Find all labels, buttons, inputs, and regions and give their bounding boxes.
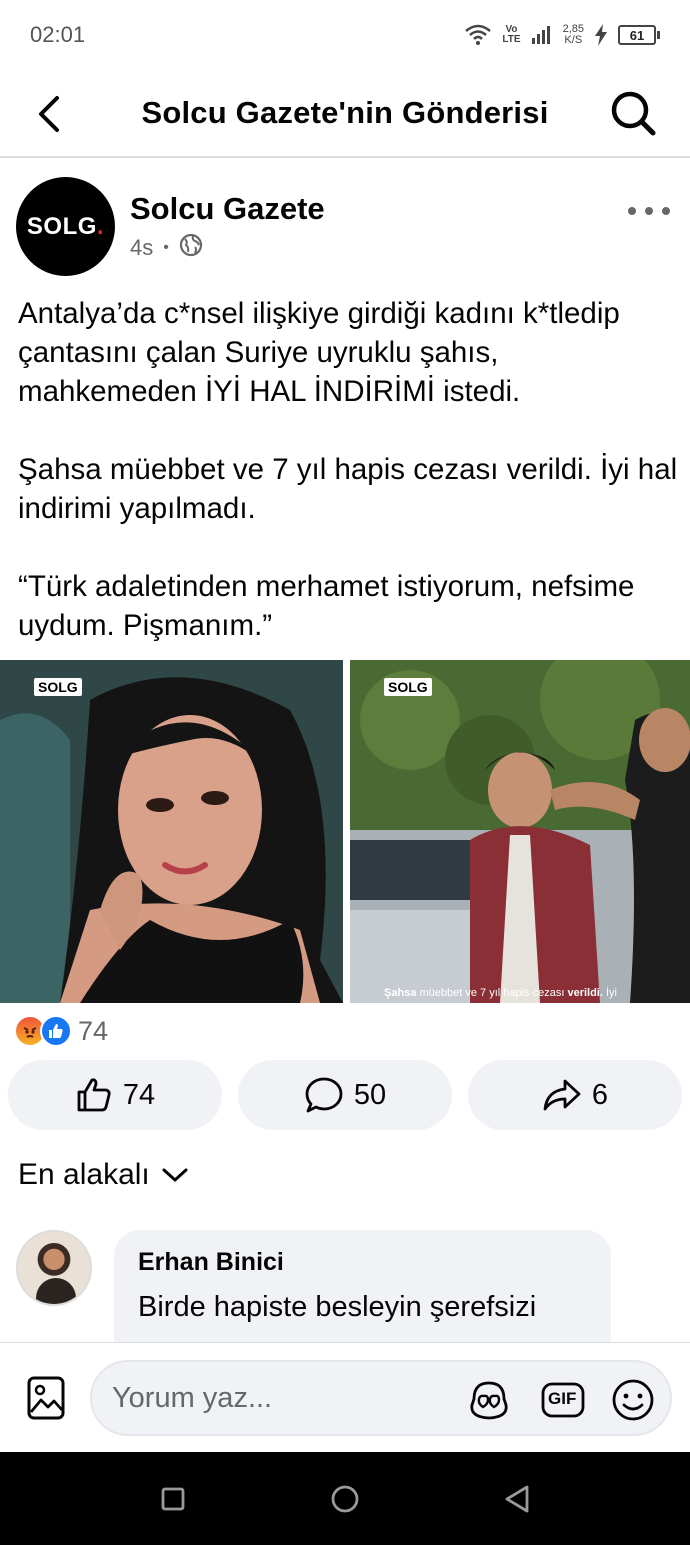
gif-button[interactable]: GIF	[540, 1377, 586, 1423]
chevron-down-icon	[162, 1168, 188, 1182]
volte-bottom: LTE	[502, 34, 521, 45]
comment-item: Erhan Binici Birde hapiste besleyin şere…	[0, 1230, 690, 1342]
battery-icon: 61	[618, 25, 660, 45]
more-dot-icon	[662, 207, 670, 215]
share-arrow-icon	[543, 1079, 581, 1111]
post-time[interactable]: 4s	[130, 235, 153, 261]
page-title: Solcu Gazete'nin Gönderisi	[141, 95, 549, 130]
post-paragraph: “Türk adaletinden merhamet istiyorum, ne…	[18, 570, 635, 642]
caption-text: müebbet ve 7 yıl hapis cezası	[416, 987, 568, 999]
caption-text: İyi	[602, 987, 617, 999]
gif-label: GIF	[548, 1389, 577, 1408]
home-circle-icon	[331, 1485, 359, 1513]
recents-icon	[161, 1487, 185, 1511]
share-count: 6	[591, 1078, 609, 1111]
woman-photo-illustration	[0, 660, 343, 1003]
share-button[interactable]: 6	[468, 1060, 682, 1130]
network-speed: 2,85 K/S	[563, 24, 584, 46]
system-navigation-bar	[0, 1452, 690, 1545]
image-watermark: SOLG	[384, 678, 432, 696]
photo-icon	[27, 1376, 65, 1420]
comment-bubble-icon	[305, 1077, 343, 1113]
image-watermark: SOLG	[34, 678, 82, 696]
status-time: 02:01	[30, 22, 86, 47]
more-dot-icon	[628, 207, 636, 215]
search-icon	[611, 91, 656, 136]
more-options-button[interactable]	[628, 201, 670, 221]
comment-placeholder: Yorum yaz...	[112, 1382, 273, 1414]
home-button[interactable]	[330, 1484, 360, 1514]
meta-separator: •	[163, 239, 169, 256]
comment-input[interactable]: Yorum yaz... GIF	[90, 1360, 672, 1436]
image-caption: Şahsa müebbet ve 7 yıl hapis cezası veri…	[384, 987, 617, 999]
like-reaction-icon	[40, 1015, 72, 1047]
recents-button[interactable]	[158, 1484, 188, 1514]
page-avatar[interactable]: SOLG.	[16, 177, 115, 276]
back-button[interactable]	[26, 92, 70, 136]
signal-icon	[531, 25, 553, 45]
caption-bold: verildi.	[567, 987, 603, 999]
post-image-arrest[interactable]: SOLG Şahsa müebbet ve 7 yıl hapis cezası…	[350, 660, 690, 1003]
post-paragraph: Şahsa müebbet ve 7 yıl hapis cezası veri…	[18, 453, 678, 525]
avatar-logo-text: SOLG	[26, 212, 97, 240]
battery-level: 61	[618, 25, 656, 45]
avatar-logo-dot: .	[96, 212, 105, 240]
globe-icon	[179, 233, 203, 263]
reaction-count: 74	[78, 1015, 109, 1046]
post-header: SOLG. Solcu Gazete 4s •	[0, 175, 690, 280]
more-dot-icon	[645, 207, 653, 215]
emoji-button[interactable]	[610, 1377, 656, 1423]
arrest-photo-illustration	[350, 660, 690, 1003]
emoji-icon	[612, 1379, 654, 1421]
comment-author[interactable]: Erhan Binici	[138, 1248, 587, 1277]
comment-text: Birde hapiste besleyin şerefsizi	[138, 1291, 537, 1323]
avatar-sticker-button[interactable]	[466, 1377, 512, 1423]
thumbs-up-icon	[77, 1078, 111, 1112]
comment-sort-dropdown[interactable]: En alakalı	[18, 1158, 188, 1192]
back-triangle-icon	[505, 1485, 529, 1513]
reaction-summary[interactable]: 74	[14, 1012, 108, 1050]
wifi-icon	[464, 24, 492, 46]
volte-indicator: Vo LTE	[502, 25, 520, 45]
like-button[interactable]: 74	[8, 1060, 222, 1130]
charging-icon	[594, 24, 608, 46]
page-name[interactable]: Solcu Gazete	[130, 191, 325, 227]
post-actions: 74 50 6	[8, 1060, 682, 1130]
post-meta: 4s •	[130, 233, 203, 263]
post-image-gallery: SOLG SOLG Şahsa müebbet ve 7 yıl hapis c…	[0, 660, 690, 1003]
sort-label: En alakalı	[18, 1158, 150, 1191]
search-button[interactable]	[608, 88, 658, 138]
status-icons: Vo LTE 2,85 K/S 61	[464, 24, 660, 46]
comment-composer: Yorum yaz... GIF	[0, 1342, 690, 1452]
post-paragraph: Antalya’da c*nsel ilişkiye girdiği kadın…	[18, 297, 620, 408]
add-photo-button[interactable]	[24, 1373, 68, 1423]
back-nav-button[interactable]	[502, 1484, 532, 1514]
post-image-woman[interactable]: SOLG	[0, 660, 343, 1003]
back-arrow-icon	[39, 96, 59, 132]
avatar-sticker-icon	[470, 1381, 508, 1420]
comment-bubble[interactable]: Erhan Binici Birde hapiste besleyin şere…	[114, 1230, 611, 1342]
comment-button[interactable]: 50	[238, 1060, 452, 1130]
like-count: 74	[122, 1078, 156, 1111]
status-bar: 02:01 Vo LTE 2,85 K/S 61	[0, 0, 690, 70]
commenter-avatar[interactable]	[16, 1230, 92, 1306]
caption-bold: Şahsa	[384, 987, 417, 999]
speed-unit: K/S	[564, 34, 583, 46]
post-body: Antalya’da c*nsel ilişkiye girdiği kadın…	[18, 294, 678, 645]
comment-count: 50	[353, 1078, 387, 1111]
top-app-bar: Solcu Gazete'nin Gönderisi	[0, 70, 690, 158]
